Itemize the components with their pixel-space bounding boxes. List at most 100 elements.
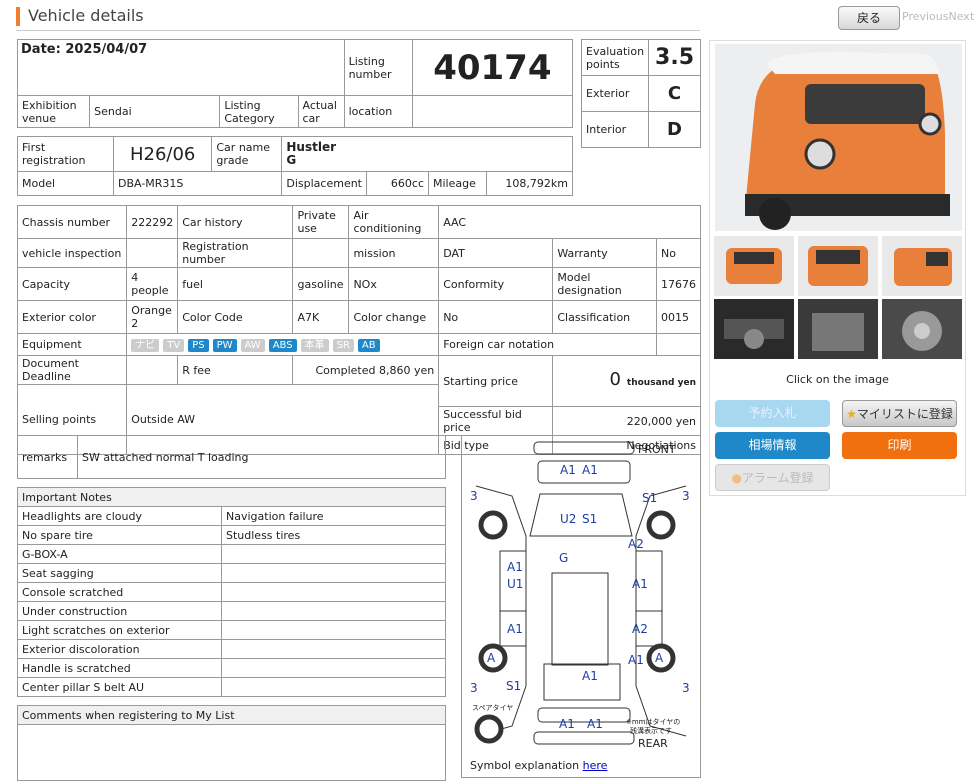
add-mylist-button[interactable]: ★マイリストに登録 (842, 400, 957, 427)
mission-label: mission (348, 238, 440, 268)
thumbnail-4[interactable] (714, 299, 794, 359)
mark-text: A1 (628, 653, 644, 667)
location-value (411, 95, 574, 128)
mark-text: 3 (682, 681, 690, 695)
rfee-label: R fee (177, 355, 294, 385)
notes-title: Important Notes (17, 487, 446, 507)
bid-value: 220,000 yen (552, 406, 701, 436)
thumbnail-6[interactable] (882, 299, 962, 359)
next-link[interactable]: Next (949, 10, 975, 23)
mark-text: U2 (560, 512, 576, 526)
fuel-value: gasoline (292, 267, 350, 301)
star-icon: ★ (846, 407, 857, 421)
evaluation-label: Evaluation points (580, 39, 650, 76)
mark-text: S1 (506, 679, 521, 693)
equipment-badges: ナビ TV PS PW AW ABS 本革 SR AB (126, 333, 440, 356)
alarm-register-button[interactable]: ●アラーム登録 (715, 464, 830, 491)
mark-text: A2 (628, 537, 644, 551)
note-cell: Console scratched (17, 582, 222, 602)
alarm-label: アラーム登録 (741, 471, 814, 485)
thumbnail-1[interactable] (714, 236, 794, 296)
model-label: Model (17, 171, 114, 196)
note-cell (221, 601, 446, 621)
class-value: 0015 (656, 300, 701, 334)
chassis-label: Chassis number (16, 205, 128, 239)
interior-value: D (648, 111, 701, 148)
category-label: Listing Category (219, 95, 299, 128)
mark-text: A2 (632, 622, 648, 636)
roof (551, 572, 609, 666)
comments-title: Comments when registering to My List (17, 705, 446, 725)
notes-table: Important Notes Headlights are cloudy Nav… (17, 487, 446, 697)
class-label: Classification (552, 300, 657, 334)
thumbnail-3[interactable] (882, 236, 962, 296)
note-cell: Light scratches on exterior (17, 620, 222, 640)
spare-label: スペアタイヤ (472, 703, 513, 712)
note-cell (221, 658, 446, 678)
main-photo[interactable] (715, 44, 962, 231)
starting-label: Starting price (438, 355, 554, 407)
capacity-label: Capacity (16, 267, 128, 301)
photo-panel: Click on the image 予約入札 ★マイリストに登録 相場情報 印… (709, 40, 966, 496)
prev-next-nav: PreviousNext (902, 10, 974, 23)
rear-bumper (533, 731, 635, 745)
mark-text: A1 (507, 622, 523, 636)
thumbnail-5[interactable] (798, 299, 878, 359)
note-cell: Studless tires (221, 525, 446, 545)
front-bumper (533, 441, 635, 455)
page-title: Vehicle details (28, 6, 144, 25)
displacement-value: 660cc (366, 171, 429, 196)
rfee-value: Completed 8,860 yen (292, 355, 440, 385)
mark-text: A1 (632, 577, 648, 591)
car-name: Hustler (286, 140, 337, 154)
car-grade: G (286, 153, 297, 167)
back-button[interactable]: 戻る (838, 6, 900, 30)
first-reg-label: First registration (17, 136, 114, 172)
evaluation-value: 3.5 (648, 39, 701, 76)
note-cell: No spare tire (17, 525, 222, 545)
reserve-bid-button[interactable]: 予約入札 (715, 400, 830, 427)
note-cell: Center pillar S belt AU (17, 677, 222, 697)
starting-value-cell: 0 thousand yen (552, 355, 701, 407)
car-name-label: Car name grade (211, 136, 283, 172)
mark-text: A (487, 651, 496, 665)
equip-badge-sr: SR (332, 338, 354, 352)
remarks-label: remarks (17, 435, 78, 479)
car-diagram-svg: A1 A1 U2 S1 G S1 A2 A1 U1 A1 A1 A2 A1 A … (470, 441, 690, 750)
comments-area[interactable] (17, 724, 446, 781)
equip-badge-abs: ABS (268, 338, 297, 352)
prev-link[interactable]: Previous (902, 10, 949, 23)
interior-label: Interior (580, 111, 650, 148)
mark-text: S1 (582, 512, 597, 526)
nox-label: NOx (348, 267, 440, 301)
note-cell (221, 544, 446, 564)
print-button[interactable]: 印刷 (842, 432, 957, 459)
mark-text: A1 (559, 717, 575, 731)
mark-text: 3 (682, 489, 690, 503)
equip-badge-ab: AB (357, 338, 380, 352)
fuel-label: fuel (177, 267, 294, 301)
location-label: location (343, 95, 413, 128)
note-cell (221, 639, 446, 659)
front-label: FRONT (638, 443, 676, 456)
note-cell: Headlights are cloudy (17, 506, 222, 526)
note-cell: Navigation failure (221, 506, 446, 526)
starting-unit: thousand yen (626, 377, 696, 388)
equipment-label: Equipment (16, 333, 128, 356)
remarks-table: remarks SW attached normal T loading (17, 435, 446, 479)
thumbnail-2[interactable] (798, 236, 878, 296)
remarks-value: SW attached normal T loading (77, 435, 446, 479)
color-label: Exterior color (16, 300, 128, 334)
foreign-value (656, 333, 701, 356)
alarm-icon: ● (731, 471, 742, 485)
mark-text: S1 (642, 491, 657, 505)
equip-badge-nav: ナビ (131, 338, 160, 352)
comments-table: Comments when registering to My List (17, 705, 446, 781)
symbol-link[interactable]: here (583, 759, 608, 772)
bid-label: Successful bid price (438, 406, 554, 436)
mark-text: U1 (507, 577, 523, 591)
add-mylist-label: マイリストに登録 (856, 407, 953, 421)
warranty-value: No (656, 238, 701, 268)
exterior-label: Exterior (580, 75, 650, 112)
market-info-button[interactable]: 相場情報 (715, 432, 830, 459)
